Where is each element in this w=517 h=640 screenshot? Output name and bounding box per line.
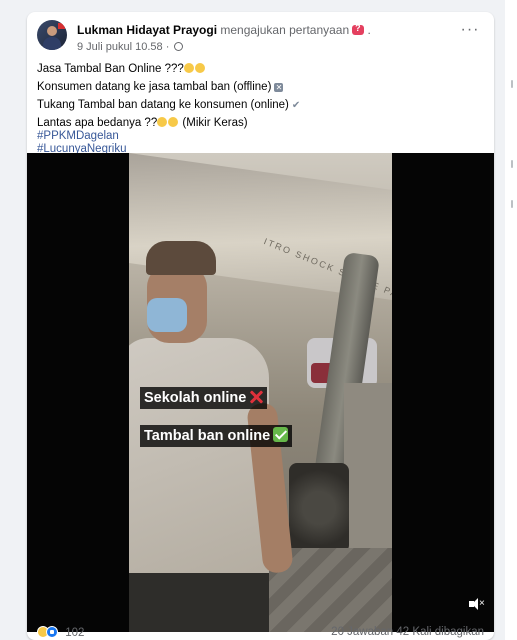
man-cap <box>146 241 216 275</box>
reactions-summary[interactable]: 102 <box>37 626 84 639</box>
shares-count[interactable]: 42 Kali dibagikan <box>396 626 484 638</box>
post-stats: 20 Jawaban 42 Kali dibagikan <box>331 626 484 638</box>
man-pants <box>129 573 269 632</box>
thinking-face-emoji <box>157 117 168 127</box>
hashtag-ppkmdagelan[interactable]: #PPKMDagelan <box>37 130 484 143</box>
more-options-icon[interactable]: ··· <box>460 22 480 40</box>
post-line-text: Konsumen datang ke jasa tambal ban (offl… <box>37 81 272 93</box>
post-line-1: Jasa Tambal Ban Online ??? <box>37 62 484 76</box>
man-mask <box>147 298 187 332</box>
video-caption-1: Sekolah online <box>140 387 268 409</box>
avatar[interactable] <box>37 20 67 50</box>
like-reaction-icon <box>46 626 58 638</box>
thinking-face-emoji <box>183 63 194 73</box>
cross-icon <box>249 390 263 404</box>
post-card: Lukman Hidayat Prayogi mengajukan pertan… <box>27 12 494 640</box>
comments-count[interactable]: 20 Jawaban <box>331 626 393 638</box>
check-mark-emoji: ✔ <box>291 100 301 111</box>
avatar-body <box>43 37 61 50</box>
man-shirt <box>129 338 269 578</box>
author-line: Lukman Hidayat Prayogi mengajukan pertan… <box>77 23 371 37</box>
post-line-2: Konsumen datang ke jasa tambal ban (offl… <box>37 80 484 94</box>
post-line-text: (Mikir Keras) <box>182 117 248 129</box>
post-line-3: Tukang Tambal ban datang ke konsumen (on… <box>37 98 484 112</box>
video-player[interactable]: ITRO SHOCK SE THE PA Sekolah online Tamb… <box>27 153 494 632</box>
post-action: mengajukan pertanyaan <box>220 23 350 37</box>
post-timestamp[interactable]: 9 Juli pukul 10.58 <box>77 41 163 53</box>
caption-1-text: Sekolah online <box>144 390 247 406</box>
post-line-text: Lantas apa bedanya ?? <box>37 117 158 129</box>
strip-mark <box>511 80 513 88</box>
mute-icon[interactable]: × <box>467 596 485 612</box>
post-line-4: Lantas apa bedanya ?? (Mikir Keras) <box>37 116 484 130</box>
post-footer: 102 20 Jawaban 42 Kali dibagikan <box>37 626 484 640</box>
caption-2-text: Tambal ban online <box>144 428 271 444</box>
avatar-flag <box>58 23 65 29</box>
cross-mark-emoji: ✕ <box>274 83 284 92</box>
avatar-head <box>47 26 57 36</box>
question-badge-icon <box>352 23 365 35</box>
right-scroll-strip <box>505 0 517 640</box>
globe-icon[interactable] <box>174 42 184 51</box>
video-caption-2: Tambal ban online <box>140 425 293 447</box>
meta-separator: · <box>165 41 170 53</box>
post-line-text: Tukang Tambal ban datang ke konsumen (on… <box>37 99 289 111</box>
thinking-face-emoji <box>168 117 179 127</box>
post-text: Jasa Tambal Ban Online ??? Konsumen data… <box>37 62 484 156</box>
thinking-face-emoji <box>194 63 205 73</box>
post-meta: 9 Juli pukul 10.58 · <box>77 41 184 53</box>
check-icon <box>273 427 289 442</box>
speaker-cone <box>472 598 478 610</box>
tire-stack <box>289 463 349 553</box>
strip-mark <box>511 200 513 208</box>
mute-x: × <box>479 598 485 609</box>
strip-mark <box>511 160 513 168</box>
post-header: Lukman Hidayat Prayogi mengajukan pertan… <box>37 20 484 60</box>
trailing-dot: . <box>367 23 371 37</box>
reaction-count[interactable]: 102 <box>65 627 84 639</box>
author-name[interactable]: Lukman Hidayat Prayogi <box>77 23 217 37</box>
post-line-text: Jasa Tambal Ban Online ??? <box>37 63 184 75</box>
